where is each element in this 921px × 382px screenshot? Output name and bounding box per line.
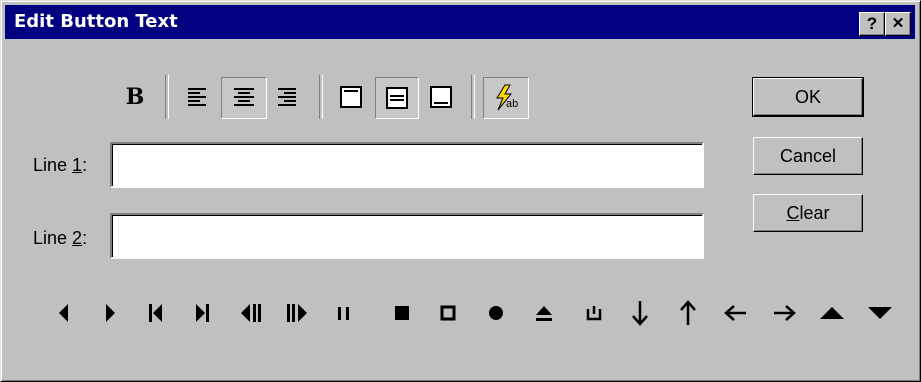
skip-forward-icon xyxy=(196,304,209,322)
svg-text:ab: ab xyxy=(506,98,518,110)
symbol-button[interactable] xyxy=(717,296,755,330)
symbol-button[interactable] xyxy=(325,296,363,330)
triangle-left-icon xyxy=(59,304,68,322)
symbol-button[interactable] xyxy=(45,296,83,330)
bold-button[interactable]: B xyxy=(121,77,149,117)
symbol-button[interactable] xyxy=(669,296,707,330)
bold-icon: B xyxy=(125,84,145,110)
align-right-icon xyxy=(278,88,296,106)
valign-bottom-icon xyxy=(430,86,452,108)
symbol-button[interactable] xyxy=(765,296,803,330)
power-icon xyxy=(586,306,602,321)
align-right-button[interactable] xyxy=(269,77,305,117)
line2-label: Line 2: xyxy=(33,228,88,248)
edit-button-text-dialog: Edit Button Text ? ✕ B ab Line 1: Line 2… xyxy=(0,0,921,382)
arrow-down-icon xyxy=(632,301,648,326)
symbol-button[interactable] xyxy=(429,296,467,330)
special-char-button[interactable]: ab xyxy=(483,77,529,119)
record-icon xyxy=(489,306,503,320)
symbol-button[interactable] xyxy=(91,296,129,330)
toolbar-separator xyxy=(319,75,323,119)
symbol-button[interactable] xyxy=(525,296,563,330)
symbol-button[interactable] xyxy=(279,296,317,330)
arrow-left-icon xyxy=(724,305,746,321)
pause-icon xyxy=(338,307,349,320)
valign-top-icon xyxy=(340,86,362,108)
help-button[interactable]: ? xyxy=(859,12,885,36)
eject-icon xyxy=(536,306,552,321)
symbol-button[interactable] xyxy=(477,296,515,330)
ok-button[interactable]: OK xyxy=(752,77,864,117)
title-bar: Edit Button Text ? ✕ xyxy=(5,5,915,39)
window-title: Edit Button Text xyxy=(14,11,178,32)
arrow-up-icon xyxy=(680,300,696,325)
symbol-button[interactable] xyxy=(137,296,175,330)
triangle-up-icon xyxy=(820,307,844,319)
line2-input[interactable] xyxy=(110,213,704,259)
align-left-icon xyxy=(188,88,206,106)
triangle-down-icon xyxy=(868,307,892,319)
step-forward-icon xyxy=(287,304,307,322)
align-center-button[interactable] xyxy=(221,77,267,119)
cancel-button[interactable]: Cancel xyxy=(753,137,863,175)
symbol-button[interactable] xyxy=(861,296,899,330)
symbol-button[interactable] xyxy=(231,296,269,330)
close-button[interactable]: ✕ xyxy=(885,12,911,36)
line1-label: Line 1: xyxy=(33,155,88,175)
symbol-button[interactable] xyxy=(183,296,221,330)
symbol-button[interactable] xyxy=(575,296,613,330)
valign-middle-button[interactable] xyxy=(375,77,419,119)
arrow-right-icon xyxy=(774,305,796,321)
symbol-button[interactable] xyxy=(621,296,659,330)
toolbar-separator xyxy=(165,75,169,119)
symbol-button[interactable] xyxy=(383,296,421,330)
symbol-button[interactable] xyxy=(813,296,851,330)
square-outline-icon xyxy=(440,305,456,321)
toolbar-separator xyxy=(471,75,475,119)
stop-icon xyxy=(395,306,409,320)
triangle-right-icon xyxy=(106,304,115,322)
skip-back-icon xyxy=(149,304,162,322)
step-back-icon xyxy=(241,304,261,322)
valign-top-button[interactable] xyxy=(333,77,369,117)
align-left-button[interactable] xyxy=(179,77,215,117)
line1-input[interactable] xyxy=(110,142,704,188)
clear-button[interactable]: Clear xyxy=(753,194,863,232)
align-center-icon xyxy=(234,88,254,106)
valign-middle-icon xyxy=(386,87,408,109)
valign-bottom-button[interactable] xyxy=(423,77,459,117)
lightning-ab-icon: ab xyxy=(496,84,518,111)
